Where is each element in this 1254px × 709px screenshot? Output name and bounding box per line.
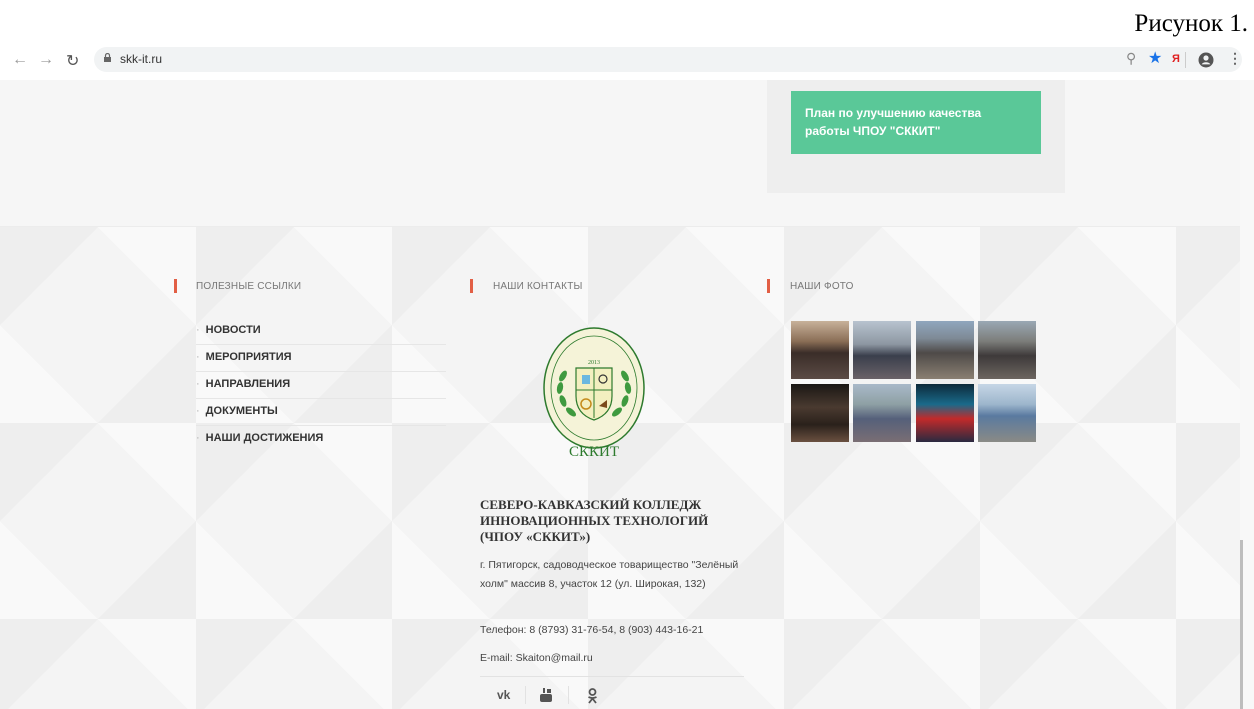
social-divider <box>480 676 744 677</box>
links-title: ПОЛЕЗНЫЕ ССЫЛКИ <box>196 281 302 292</box>
logo-text: СККИТ <box>569 444 619 460</box>
link-label: НАПРАВЛЕНИЯ <box>205 378 291 390</box>
bookmark-star-icon[interactable]: ★ <box>1148 48 1162 68</box>
site-footer <box>0 227 1240 709</box>
youtube-icon[interactable] <box>539 687 553 703</box>
footer-link-documents[interactable]: · ДОКУМЕНТЫ <box>196 399 446 426</box>
lock-icon <box>104 53 111 62</box>
social-separator <box>525 686 526 704</box>
link-label: НАШИ ДОСТИЖЕНИЯ <box>205 432 324 444</box>
link-label: МЕРОПРИЯТИЯ <box>205 351 292 363</box>
footer-link-events[interactable]: · МЕРОПРИЯТИЯ <box>196 345 446 372</box>
odnoklassniki-icon[interactable] <box>587 688 598 704</box>
footer-link-news[interactable]: · НОВОСТИ <box>196 318 446 345</box>
scrollbar-thumb[interactable] <box>1240 540 1243 709</box>
footer-link-directions[interactable]: · НАПРАВЛЕНИЯ <box>196 372 446 399</box>
photo-thumbnail[interactable] <box>916 321 974 379</box>
logo-year: 2013 <box>588 360 600 366</box>
footer-link-achievements[interactable]: · НАШИ ДОСТИЖЕНИЯ <box>196 426 446 453</box>
menu-dots-icon[interactable]: ⋮ <box>1228 50 1242 67</box>
photo-thumbnail[interactable] <box>791 384 849 442</box>
section-accent-bar <box>767 279 770 293</box>
email-text[interactable]: E-mail: Skaiton@mail.ru <box>480 652 593 664</box>
contacts-title: НАШИ КОНТАКТЫ <box>493 281 583 292</box>
photo-thumbnail[interactable] <box>978 321 1036 379</box>
link-label: ДОКУМЕНТЫ <box>205 405 278 417</box>
phone-text: Телефон: 8 (8793) 31-76-54, 8 (903) 443-… <box>480 624 704 636</box>
social-separator <box>568 686 569 704</box>
yandex-icon[interactable]: Я <box>1172 53 1180 65</box>
photo-thumbnail[interactable] <box>853 384 911 442</box>
quality-plan-button[interactable]: План по улучшению качества работы ЧПОУ "… <box>791 91 1041 154</box>
useful-links-list: · НОВОСТИ · МЕРОПРИЯТИЯ · НАПРАВЛЕНИЯ · ДОКУ… <box>196 318 446 453</box>
address-text: г. Пятигорск, садоводческое товарищество… <box>480 559 739 590</box>
photos-title: НАШИ ФОТО <box>790 281 854 292</box>
address-bar[interactable] <box>94 47 1242 72</box>
link-label: НОВОСТИ <box>205 324 261 336</box>
zoom-icon[interactable]: ⚲ <box>1126 50 1136 67</box>
account-icon[interactable] <box>1198 52 1214 68</box>
organization-name: СЕВЕРО-КАВКАЗСКИЙ КОЛЛЕДЖ ИННОВАЦИОННЫХ … <box>480 497 709 544</box>
back-arrow-icon[interactable]: ← <box>12 51 28 69</box>
college-logo: 2013 СККИТ <box>543 327 645 460</box>
photo-thumbnail[interactable] <box>978 384 1036 442</box>
section-accent-bar <box>174 279 177 293</box>
section-accent-bar <box>470 279 473 293</box>
forward-arrow-icon[interactable]: → <box>38 51 54 69</box>
photo-thumbnail[interactable] <box>916 384 974 442</box>
reload-icon[interactable]: ↻ <box>66 51 79 71</box>
photo-thumbnail[interactable] <box>791 321 849 379</box>
photo-thumbnail[interactable] <box>853 321 911 379</box>
figure-caption: Рисунок 1. <box>1134 10 1248 37</box>
url-text[interactable]: skk-it.ru <box>120 52 162 66</box>
vk-icon[interactable]: vk <box>497 688 510 702</box>
toolbar-divider <box>1185 52 1186 68</box>
